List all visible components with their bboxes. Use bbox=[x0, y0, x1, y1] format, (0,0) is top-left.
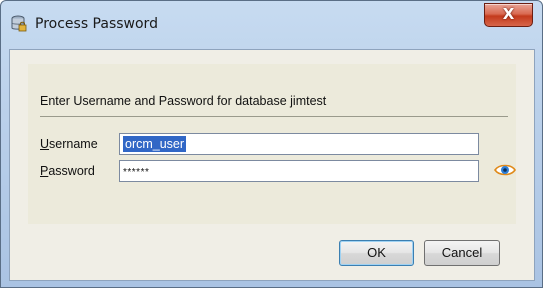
dialog-window: Process Password X Enter Username and Pa… bbox=[0, 0, 543, 288]
username-value: orcm_user bbox=[123, 136, 187, 152]
title-bar[interactable]: Process Password X bbox=[1, 1, 542, 49]
username-label-accelerator: U bbox=[40, 137, 50, 151]
username-label-rest: sername bbox=[49, 137, 98, 151]
close-icon: X bbox=[502, 5, 515, 23]
prompt-text: Enter Username and Password for database… bbox=[40, 94, 327, 108]
eye-icon[interactable] bbox=[494, 163, 516, 177]
separator bbox=[40, 116, 508, 117]
ok-button[interactable]: OK bbox=[339, 240, 414, 266]
username-field[interactable]: orcm_user bbox=[119, 133, 479, 155]
dialog-client-area: Enter Username and Password for database… bbox=[9, 49, 535, 281]
password-value: ****** bbox=[123, 167, 150, 178]
username-label: Username bbox=[40, 137, 98, 151]
credentials-panel: Enter Username and Password for database… bbox=[28, 64, 516, 224]
password-field[interactable]: ****** bbox=[119, 160, 479, 182]
password-label-rest: assword bbox=[48, 164, 95, 178]
close-button[interactable]: X bbox=[484, 3, 533, 27]
database-lock-icon bbox=[11, 15, 27, 32]
password-label: Password bbox=[40, 164, 95, 178]
window-title: Process Password bbox=[35, 16, 158, 32]
cancel-button[interactable]: Cancel bbox=[424, 240, 500, 266]
